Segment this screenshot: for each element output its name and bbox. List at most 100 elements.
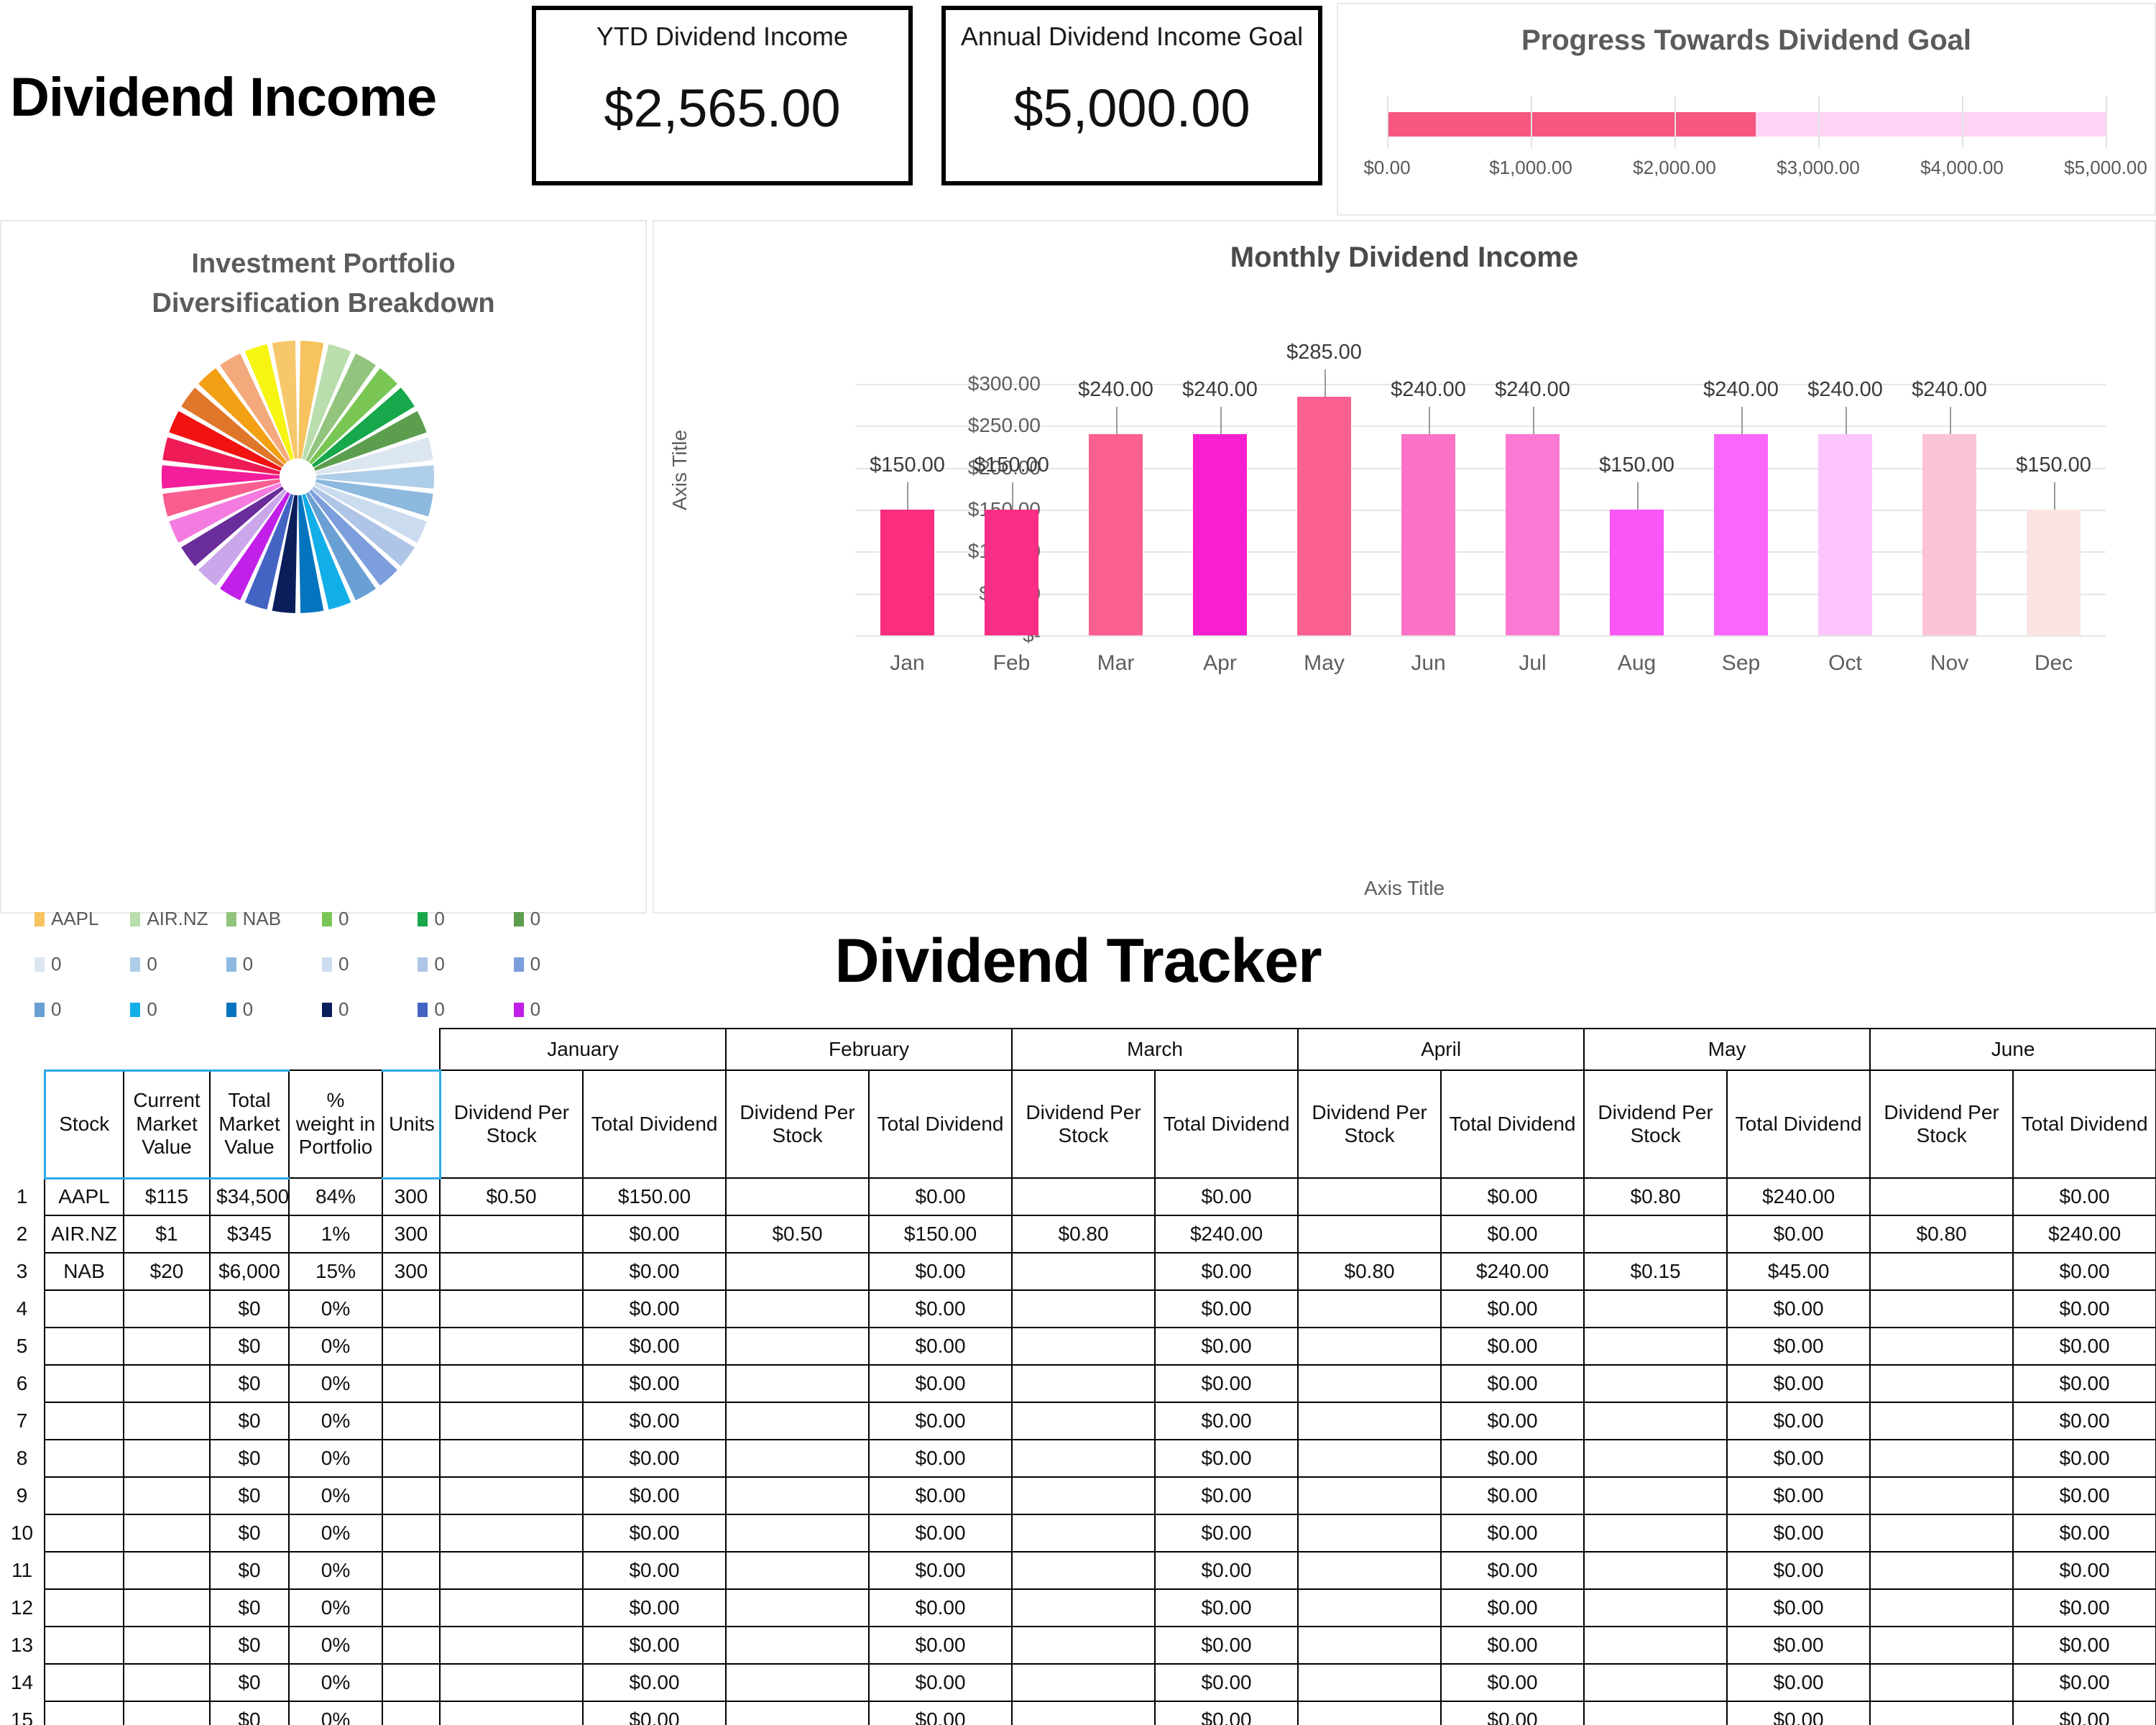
- cell-dividend-per-stock[interactable]: [1298, 1178, 1441, 1215]
- table-row[interactable]: 6$00%$0.00$0.00$0.00$0.00$0.00$0.00: [0, 1365, 2156, 1402]
- bar[interactable]: [985, 510, 1038, 635]
- cell-total-dividend[interactable]: $0.00: [1155, 1253, 1298, 1290]
- cell-total-market-value[interactable]: $0: [210, 1552, 289, 1589]
- table-row-number[interactable]: 8: [0, 1440, 45, 1477]
- cell-total-dividend[interactable]: $0.00: [1727, 1215, 1870, 1253]
- cell-current-market-value[interactable]: $20: [124, 1253, 210, 1290]
- cell-stock[interactable]: [45, 1589, 124, 1627]
- cell-units[interactable]: [382, 1402, 440, 1440]
- cell-dividend-per-stock[interactable]: [726, 1514, 869, 1552]
- cell-total-dividend[interactable]: $0.00: [869, 1178, 1012, 1215]
- cell-total-dividend[interactable]: $0.00: [869, 1552, 1012, 1589]
- cell-dividend-per-stock[interactable]: [726, 1440, 869, 1477]
- cell-total-dividend[interactable]: $0.00: [2013, 1701, 2156, 1725]
- cell-dividend-per-stock[interactable]: [1584, 1477, 1727, 1514]
- cell-total-dividend[interactable]: $0.00: [1441, 1328, 1584, 1365]
- cell-current-market-value[interactable]: [124, 1477, 210, 1514]
- cell-total-dividend[interactable]: $0.00: [869, 1664, 1012, 1701]
- cell-total-dividend[interactable]: $0.00: [583, 1552, 726, 1589]
- cell-dividend-per-stock[interactable]: $0.80: [1012, 1215, 1155, 1253]
- cell-total-dividend[interactable]: $0.00: [2013, 1552, 2156, 1589]
- cell-dividend-per-stock[interactable]: [1298, 1365, 1441, 1402]
- table-row-number[interactable]: 10: [0, 1514, 45, 1552]
- table-row[interactable]: 1AAPL$115$34,50084%300$0.50$150.00$0.00$…: [0, 1178, 2156, 1215]
- cell-weight-in-portfolio[interactable]: 0%: [289, 1290, 382, 1328]
- cell-dividend-per-stock[interactable]: [1584, 1365, 1727, 1402]
- cell-total-dividend[interactable]: $0.00: [2013, 1664, 2156, 1701]
- cell-dividend-per-stock[interactable]: [1870, 1477, 2013, 1514]
- cell-total-dividend[interactable]: $0.00: [1727, 1664, 1870, 1701]
- cell-total-dividend[interactable]: $45.00: [1727, 1253, 1870, 1290]
- cell-current-market-value[interactable]: [124, 1589, 210, 1627]
- cell-total-dividend[interactable]: $0.00: [869, 1440, 1012, 1477]
- table-row[interactable]: 7$00%$0.00$0.00$0.00$0.00$0.00$0.00: [0, 1402, 2156, 1440]
- cell-units[interactable]: [382, 1328, 440, 1365]
- cell-dividend-per-stock[interactable]: $0.80: [1584, 1178, 1727, 1215]
- cell-total-dividend[interactable]: $0.00: [583, 1253, 726, 1290]
- table-row-number[interactable]: 1: [0, 1178, 45, 1215]
- legend-item[interactable]: 0: [418, 998, 513, 1021]
- cell-dividend-per-stock[interactable]: [1298, 1589, 1441, 1627]
- cell-stock[interactable]: [45, 1328, 124, 1365]
- cell-total-dividend[interactable]: $0.00: [1441, 1627, 1584, 1664]
- cell-total-dividend[interactable]: $0.00: [869, 1627, 1012, 1664]
- cell-stock[interactable]: [45, 1290, 124, 1328]
- cell-units[interactable]: 300: [382, 1253, 440, 1290]
- cell-units[interactable]: [382, 1701, 440, 1725]
- cell-units[interactable]: [382, 1514, 440, 1552]
- cell-total-dividend[interactable]: $0.00: [1441, 1477, 1584, 1514]
- cell-current-market-value[interactable]: $115: [124, 1178, 210, 1215]
- cell-current-market-value[interactable]: [124, 1664, 210, 1701]
- cell-total-dividend[interactable]: $0.00: [2013, 1253, 2156, 1290]
- cell-total-dividend[interactable]: $0.00: [1155, 1514, 1298, 1552]
- cell-dividend-per-stock[interactable]: [1870, 1290, 2013, 1328]
- cell-dividend-per-stock[interactable]: [726, 1328, 869, 1365]
- cell-dividend-per-stock[interactable]: [1298, 1552, 1441, 1589]
- cell-units[interactable]: [382, 1552, 440, 1589]
- cell-dividend-per-stock[interactable]: [440, 1477, 583, 1514]
- cell-total-dividend[interactable]: $0.00: [2013, 1477, 2156, 1514]
- cell-dividend-per-stock[interactable]: [1870, 1328, 2013, 1365]
- cell-dividend-per-stock[interactable]: [1298, 1402, 1441, 1440]
- table-row-number[interactable]: 3: [0, 1253, 45, 1290]
- cell-total-dividend[interactable]: $0.00: [583, 1328, 726, 1365]
- cell-stock[interactable]: [45, 1552, 124, 1589]
- table-row[interactable]: 10$00%$0.00$0.00$0.00$0.00$0.00$0.00: [0, 1514, 2156, 1552]
- cell-dividend-per-stock[interactable]: [1012, 1477, 1155, 1514]
- cell-total-market-value[interactable]: $0: [210, 1664, 289, 1701]
- cell-dividend-per-stock[interactable]: [1298, 1664, 1441, 1701]
- cell-total-market-value[interactable]: $34,500: [210, 1178, 289, 1215]
- cell-total-dividend[interactable]: $0.00: [1441, 1440, 1584, 1477]
- table-row[interactable]: 14$00%$0.00$0.00$0.00$0.00$0.00$0.00: [0, 1664, 2156, 1701]
- cell-units[interactable]: 300: [382, 1215, 440, 1253]
- cell-stock[interactable]: [45, 1477, 124, 1514]
- cell-dividend-per-stock[interactable]: [1298, 1477, 1441, 1514]
- cell-total-dividend[interactable]: $0.00: [1155, 1664, 1298, 1701]
- cell-current-market-value[interactable]: [124, 1402, 210, 1440]
- cell-weight-in-portfolio[interactable]: 0%: [289, 1514, 382, 1552]
- cell-dividend-per-stock[interactable]: [726, 1589, 869, 1627]
- cell-current-market-value[interactable]: [124, 1514, 210, 1552]
- table-row-number[interactable]: 15: [0, 1701, 45, 1725]
- table-row[interactable]: 2AIR.NZ$1$3451%300$0.00$0.50$150.00$0.80…: [0, 1215, 2156, 1253]
- cell-dividend-per-stock[interactable]: [726, 1178, 869, 1215]
- legend-item[interactable]: 0: [130, 998, 226, 1021]
- cell-total-dividend[interactable]: $0.00: [1155, 1589, 1298, 1627]
- cell-dividend-per-stock[interactable]: [726, 1552, 869, 1589]
- cell-dividend-per-stock[interactable]: [1584, 1402, 1727, 1440]
- cell-dividend-per-stock[interactable]: [1870, 1365, 2013, 1402]
- cell-dividend-per-stock[interactable]: [1012, 1627, 1155, 1664]
- cell-total-dividend[interactable]: $0.00: [1727, 1514, 1870, 1552]
- cell-total-dividend[interactable]: $0.00: [2013, 1402, 2156, 1440]
- cell-total-dividend[interactable]: $0.00: [1441, 1664, 1584, 1701]
- cell-dividend-per-stock[interactable]: [1012, 1253, 1155, 1290]
- cell-dividend-per-stock[interactable]: [440, 1514, 583, 1552]
- monthly-dividend-bar-card[interactable]: Monthly Dividend Income Axis Title $-$50…: [653, 220, 2156, 914]
- cell-total-market-value[interactable]: $0: [210, 1477, 289, 1514]
- table-row-number[interactable]: 7: [0, 1402, 45, 1440]
- legend-item[interactable]: 0: [226, 998, 322, 1021]
- bar[interactable]: [1922, 434, 1976, 635]
- cell-total-dividend[interactable]: $0.00: [1727, 1701, 1870, 1725]
- cell-current-market-value[interactable]: [124, 1365, 210, 1402]
- cell-total-dividend[interactable]: $0.00: [583, 1514, 726, 1552]
